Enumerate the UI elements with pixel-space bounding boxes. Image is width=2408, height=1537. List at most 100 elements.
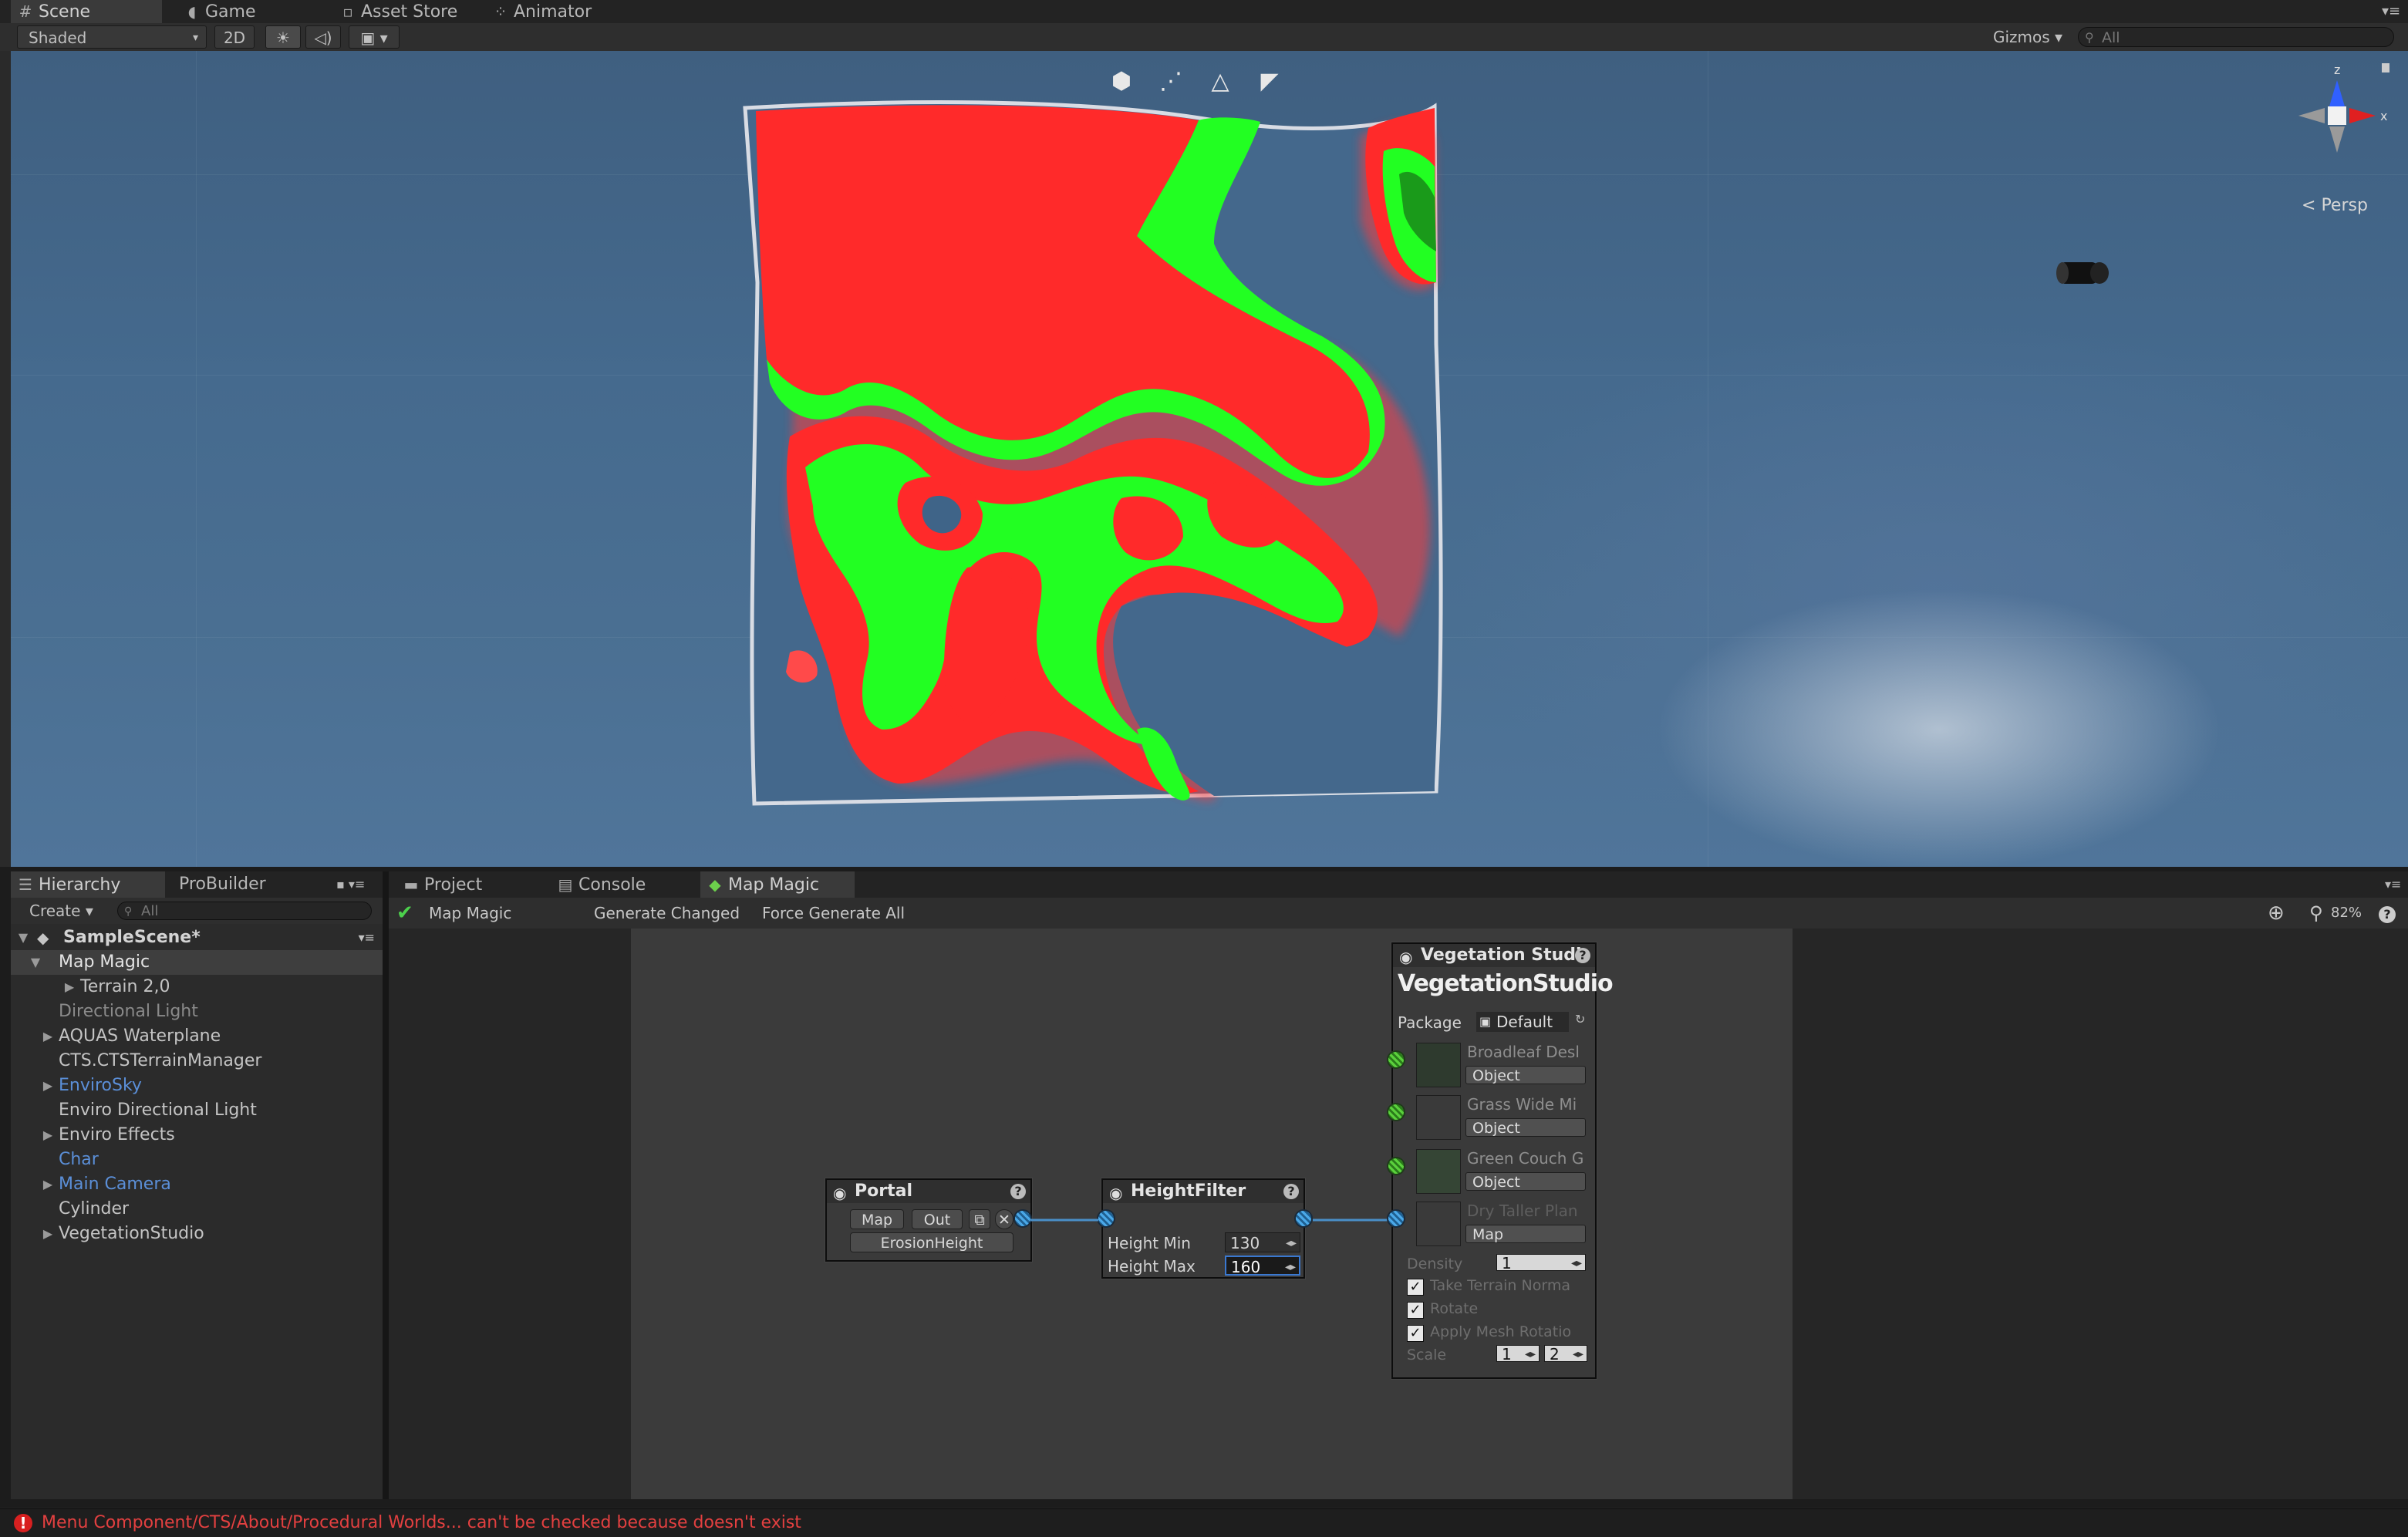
spinner-icon[interactable]: ◂▸	[1573, 1346, 1583, 1363]
axis-gizmo-icon[interactable]: z x	[2274, 62, 2397, 154]
help-icon[interactable]: ?	[1283, 1184, 1299, 1199]
scene-search-input[interactable]: ⚲ All	[2078, 27, 2394, 47]
height-filter-node-full[interactable]: ◉ HeightFilter ? Height Min 130 ◂▸ Height…	[1101, 1178, 1305, 1279]
vegetation-input-port[interactable]	[1387, 1103, 1405, 1121]
panel-menu-icon[interactable]: ▾≡	[2376, 0, 2403, 23]
tab-animator[interactable]: ⁘ Animator	[486, 0, 632, 23]
panel-splitter[interactable]	[383, 871, 389, 1499]
vegetation-map-input-port[interactable]	[1387, 1209, 1405, 1228]
focus-crosshair-icon[interactable]: ⊕	[2268, 898, 2285, 929]
package-field[interactable]: ▣ Default	[1476, 1012, 1569, 1032]
tab-console[interactable]: ▤ Console	[551, 871, 697, 898]
collapsed-arrow-icon[interactable]: ▶	[40, 1123, 56, 1148]
hierarchy-item-enviro-effects[interactable]: ▶ Enviro Effects	[11, 1123, 383, 1148]
vegetation-input-port[interactable]	[1387, 1157, 1405, 1175]
hierarchy-item-directional-light[interactable]: Directional Light	[11, 999, 383, 1024]
height-min-field[interactable]: 130 ◂▸	[1225, 1232, 1300, 1252]
vegetation-item[interactable]: Green Couch G Object	[1398, 1146, 1592, 1197]
audio-toggle-icon[interactable]: ◁)	[305, 25, 341, 49]
cube-tool-icon[interactable]: ⬢	[1106, 66, 1137, 97]
vegetation-type-button[interactable]: Map	[1465, 1225, 1586, 1243]
hierarchy-item-vegetation-studio[interactable]: ▶ VegetationStudio	[11, 1222, 383, 1246]
generate-changed-button[interactable]: Generate Changed	[594, 898, 740, 929]
vegetation-item[interactable]: Dry Taller Plan Map	[1398, 1198, 1592, 1249]
vertex-tool-icon[interactable]: ⋰	[1155, 66, 1186, 97]
help-icon[interactable]: ?	[1575, 948, 1590, 963]
rotate-checkbox[interactable]: ✓	[1407, 1302, 1424, 1319]
scene-viewport[interactable]: ⬢ ⋰ △ ◤ z x < Persp	[11, 51, 2408, 867]
terrain-mesh[interactable]	[11, 51, 2408, 867]
portal-node-full[interactable]: ◉ Portal ? Map Out ⧉ ✕ ErosionHeight	[825, 1178, 1032, 1262]
tab-asset-store[interactable]: ▫ Asset Store	[333, 0, 480, 23]
hierarchy-item-envirosky[interactable]: ▶ EnviroSky	[11, 1074, 383, 1098]
apply-mesh-rotation-checkbox[interactable]: ✓	[1407, 1325, 1424, 1342]
tab-probuilder[interactable]: ProBuilder	[173, 871, 312, 898]
lighting-toggle-icon[interactable]: ☀	[265, 25, 301, 49]
effects-dropdown-icon[interactable]: ▣ ▾	[349, 25, 400, 49]
panel-menu-icon[interactable]: ▾≡	[2379, 871, 2406, 898]
hierarchy-item-map-magic[interactable]: ▼ Map Magic	[11, 950, 383, 975]
eye-icon[interactable]: ◉	[1109, 1181, 1122, 1205]
tab-game[interactable]: ◖ Game	[177, 0, 324, 23]
hierarchy-item-cylinder[interactable]: Cylinder	[11, 1197, 383, 1222]
hierarchy-item-terrain[interactable]: ▶ Terrain 2,0	[11, 975, 383, 999]
height-max-field[interactable]: 160 ◂▸	[1225, 1256, 1300, 1276]
scale-max-field[interactable]: 2 ◂▸	[1544, 1345, 1587, 1363]
draw-mode-dropdown[interactable]: Shaded ▾	[17, 25, 207, 49]
hierarchy-item-cts-terrain-manager[interactable]: CTS.CTSTerrainManager	[11, 1049, 383, 1074]
scale-min-field[interactable]: 1 ◂▸	[1496, 1345, 1540, 1363]
collapsed-arrow-icon[interactable]: ▶	[40, 1172, 56, 1197]
hierarchy-item-main-camera[interactable]: ▶ Main Camera	[11, 1172, 383, 1197]
hierarchy-item-char[interactable]: Char	[11, 1148, 383, 1172]
projection-toggle[interactable]: < Persp	[2302, 196, 2368, 215]
hierarchy-search-input[interactable]: ⚲ All	[117, 902, 372, 920]
collapsed-arrow-icon[interactable]: ▶	[40, 1074, 56, 1098]
vegetation-type-button[interactable]: Object	[1465, 1172, 1586, 1191]
spinner-icon[interactable]: ◂▸	[1286, 1233, 1297, 1253]
create-dropdown[interactable]: Create ▾	[29, 898, 93, 924]
collapsed-arrow-icon[interactable]: ▶	[62, 975, 77, 999]
hierarchy-item-aquas-waterplane[interactable]: ▶ AQUAS Waterplane	[11, 1024, 383, 1049]
2d-toggle-button[interactable]: 2D	[214, 25, 255, 49]
spinner-icon[interactable]: ◂▸	[1571, 1255, 1582, 1272]
force-generate-all-button[interactable]: Force Generate All	[762, 898, 905, 929]
eye-icon[interactable]: ◉	[1399, 945, 1412, 969]
vegetation-type-button[interactable]: Object	[1465, 1118, 1586, 1137]
lock-icon[interactable]: ▪ ▾≡	[330, 871, 376, 898]
take-terrain-normals-checkbox[interactable]: ✓	[1407, 1279, 1424, 1296]
collapsed-arrow-icon[interactable]: ▶	[40, 1024, 56, 1049]
face-tool-icon[interactable]: ◤	[1254, 66, 1285, 97]
vegetation-input-port[interactable]	[1387, 1050, 1405, 1069]
tab-scene[interactable]: # Scene	[11, 0, 162, 23]
density-field[interactable]: 1 ◂▸	[1496, 1254, 1586, 1272]
portal-link-icon[interactable]: ⧉	[969, 1209, 990, 1229]
status-bar[interactable]: ! Menu Component/CTS/About/Procedural Wo…	[0, 1508, 2408, 1537]
help-icon[interactable]: ?	[1010, 1184, 1026, 1199]
eye-icon[interactable]: ◉	[833, 1181, 846, 1205]
tab-project[interactable]: ▬ Project	[396, 871, 543, 898]
spinner-icon[interactable]: ◂▸	[1525, 1346, 1536, 1363]
portal-close-icon[interactable]: ✕	[995, 1209, 1013, 1229]
edge-tool-icon[interactable]: △	[1205, 66, 1236, 97]
vegetation-item[interactable]: Grass Wide Mi Object	[1398, 1092, 1592, 1143]
expand-arrow-icon[interactable]: ▼	[15, 925, 31, 950]
tab-map-magic[interactable]: ◆ Map Magic	[700, 871, 855, 898]
zoom-icon[interactable]: ⚲	[2309, 898, 2323, 929]
portal-name-field[interactable]: ErosionHeight	[850, 1232, 1013, 1252]
expand-arrow-icon[interactable]: ▼	[28, 950, 43, 975]
help-icon[interactable]: ?	[2379, 898, 2396, 929]
vegetation-type-button[interactable]: Object	[1465, 1066, 1586, 1084]
tab-hierarchy[interactable]: ☰ Hierarchy	[11, 871, 165, 898]
vegetation-studio-node[interactable]: ◉ Vegetation Studi ? VegetationStudio Pa…	[1391, 942, 1614, 1379]
collapsed-arrow-icon[interactable]: ▶	[40, 1222, 56, 1246]
gizmos-dropdown[interactable]: Gizmos ▾	[1993, 23, 2062, 51]
scene-root-row[interactable]: ▼ ◆ SampleScene* ▾≡	[11, 925, 383, 950]
hierarchy-item-enviro-directional-light[interactable]: Enviro Directional Light	[11, 1098, 383, 1123]
camera-object[interactable]	[2055, 254, 2116, 293]
refresh-icon[interactable]: ↻	[1575, 1012, 1585, 1026]
spinner-icon[interactable]: ◂▸	[1285, 1257, 1296, 1277]
portal-map-button[interactable]: Map	[850, 1209, 904, 1229]
scene-menu-icon[interactable]: ▾≡	[359, 925, 375, 950]
portal-output-port[interactable]	[1013, 1209, 1032, 1228]
vegetation-item[interactable]: Broadleaf Desl Object	[1398, 1040, 1592, 1090]
